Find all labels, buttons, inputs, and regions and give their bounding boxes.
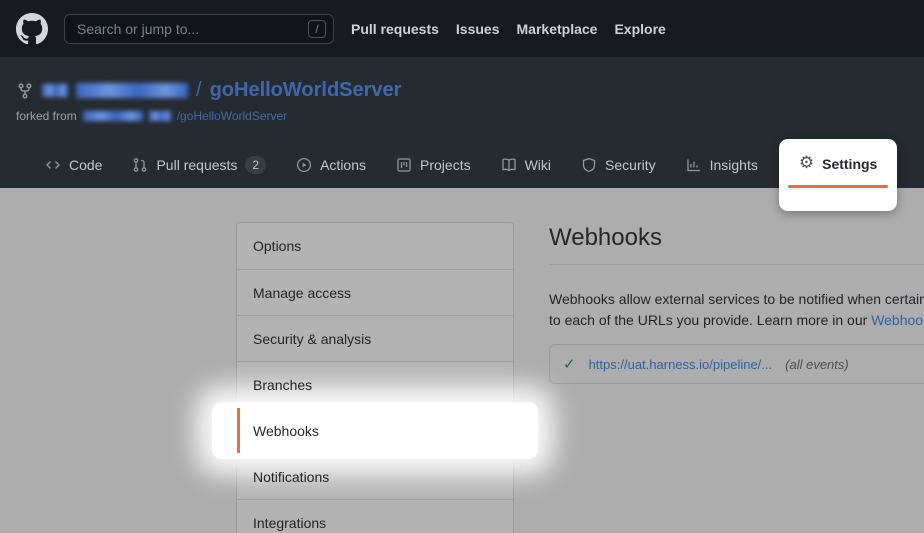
tab-label: Actions bbox=[320, 157, 366, 173]
active-tab-underline bbox=[788, 185, 888, 188]
tab-security[interactable]: Security bbox=[566, 142, 671, 188]
menu-label: Branches bbox=[253, 377, 312, 393]
tab-settings[interactable]: ⚙ Settings bbox=[799, 139, 877, 188]
settings-content: Options Manage access Security & analysi… bbox=[0, 188, 924, 533]
tab-wiki[interactable]: Wiki bbox=[486, 142, 566, 188]
tab-label: Pull requests bbox=[156, 157, 237, 173]
settings-menu-integrations[interactable]: Integrations bbox=[237, 499, 513, 533]
nav-explore[interactable]: Explore bbox=[614, 21, 665, 37]
search-input[interactable]: Search or jump to... / bbox=[64, 14, 334, 44]
title-divider bbox=[549, 264, 924, 265]
repo-tabs: Code Pull requests 2 Actions Projects Wi… bbox=[0, 142, 897, 188]
description-line-1: Webhooks allow external services to be n… bbox=[549, 289, 924, 310]
github-logo-icon[interactable] bbox=[16, 13, 48, 45]
active-menu-indicator bbox=[237, 408, 240, 453]
github-settings-page: Search or jump to... / Pull requests Iss… bbox=[0, 0, 924, 533]
redacted-owner-name bbox=[76, 83, 188, 98]
webhooks-panel: Webhooks Webhooks allow external service… bbox=[549, 224, 924, 384]
tab-label: Settings bbox=[822, 156, 877, 172]
webhook-list-item: ✓ https://uat.harness.io/pipeline/... (a… bbox=[549, 344, 924, 384]
repo-title-row: / goHelloWorldServer bbox=[0, 57, 924, 102]
webhook-events-label: (all events) bbox=[785, 357, 849, 372]
tab-code[interactable]: Code bbox=[30, 142, 117, 188]
page-title: Webhooks bbox=[549, 224, 924, 252]
settings-menu-options[interactable]: Options bbox=[237, 223, 513, 269]
menu-label: Notifications bbox=[253, 469, 329, 485]
tab-label: Code bbox=[69, 157, 102, 173]
repo-separator: / bbox=[196, 79, 202, 102]
tab-settings-spotlight: ⚙ Settings bbox=[779, 139, 897, 211]
menu-label: Integrations bbox=[253, 515, 326, 531]
gear-icon: ⚙ bbox=[799, 155, 814, 172]
webhooks-guide-link[interactable]: Webhoo bbox=[871, 312, 923, 328]
repo-forked-icon bbox=[16, 82, 34, 100]
repo-header: / goHelloWorldServer forked from /goHell… bbox=[0, 57, 924, 188]
settings-menu-notifications[interactable]: Notifications bbox=[237, 453, 513, 499]
play-icon bbox=[296, 157, 312, 173]
shield-icon bbox=[581, 157, 597, 173]
settings-menu-security-analysis[interactable]: Security & analysis bbox=[237, 315, 513, 361]
settings-sidebar: Options Manage access Security & analysi… bbox=[236, 222, 514, 533]
settings-menu-branches[interactable]: Branches bbox=[237, 361, 513, 407]
pull-request-icon bbox=[132, 157, 148, 173]
tab-pull-requests[interactable]: Pull requests 2 bbox=[117, 142, 281, 188]
menu-label: Manage access bbox=[253, 285, 351, 301]
repo-name-link[interactable]: goHelloWorldServer bbox=[210, 79, 402, 102]
description-line-2: to each of the URLs you provide. Learn m… bbox=[549, 310, 924, 331]
redacted-owner-avatar bbox=[42, 84, 68, 97]
tab-label: Projects bbox=[420, 157, 471, 173]
menu-label: Options bbox=[253, 238, 301, 254]
check-icon: ✓ bbox=[563, 355, 576, 373]
code-icon bbox=[45, 157, 61, 173]
nav-pull-requests[interactable]: Pull requests bbox=[351, 21, 439, 37]
search-placeholder: Search or jump to... bbox=[77, 15, 333, 43]
project-board-icon bbox=[396, 157, 412, 173]
menu-label: Security & analysis bbox=[253, 331, 371, 347]
forked-from-row: forked from /goHelloWorldServer bbox=[0, 109, 924, 123]
tab-actions[interactable]: Actions bbox=[281, 142, 381, 188]
menu-label: Webhooks bbox=[253, 423, 319, 439]
settings-menu-manage-access[interactable]: Manage access bbox=[237, 269, 513, 315]
tab-label: Security bbox=[605, 157, 656, 173]
top-nav: Search or jump to... / Pull requests Iss… bbox=[0, 0, 924, 57]
book-icon bbox=[501, 157, 517, 173]
graph-icon bbox=[686, 157, 702, 173]
upstream-repo-link[interactable]: /goHelloWorldServer bbox=[177, 109, 288, 123]
redacted-upstream-owner-2 bbox=[149, 111, 171, 121]
pull-requests-count-badge: 2 bbox=[245, 156, 266, 174]
forked-from-label: forked from bbox=[16, 109, 77, 123]
tab-projects[interactable]: Projects bbox=[381, 142, 486, 188]
tab-label: Insights bbox=[710, 157, 758, 173]
webhook-url-link[interactable]: https://uat.harness.io/pipeline/... bbox=[589, 357, 773, 372]
tab-label: Wiki bbox=[525, 157, 551, 173]
tab-insights[interactable]: Insights bbox=[671, 142, 773, 188]
nav-issues[interactable]: Issues bbox=[456, 21, 500, 37]
top-nav-links: Pull requests Issues Marketplace Explore bbox=[351, 21, 666, 37]
settings-menu-webhooks[interactable]: Webhooks bbox=[237, 407, 513, 453]
nav-marketplace[interactable]: Marketplace bbox=[517, 21, 598, 37]
slash-key-hint: / bbox=[308, 20, 326, 38]
redacted-upstream-owner bbox=[83, 111, 143, 121]
webhooks-description: Webhooks allow external services to be n… bbox=[549, 289, 924, 331]
